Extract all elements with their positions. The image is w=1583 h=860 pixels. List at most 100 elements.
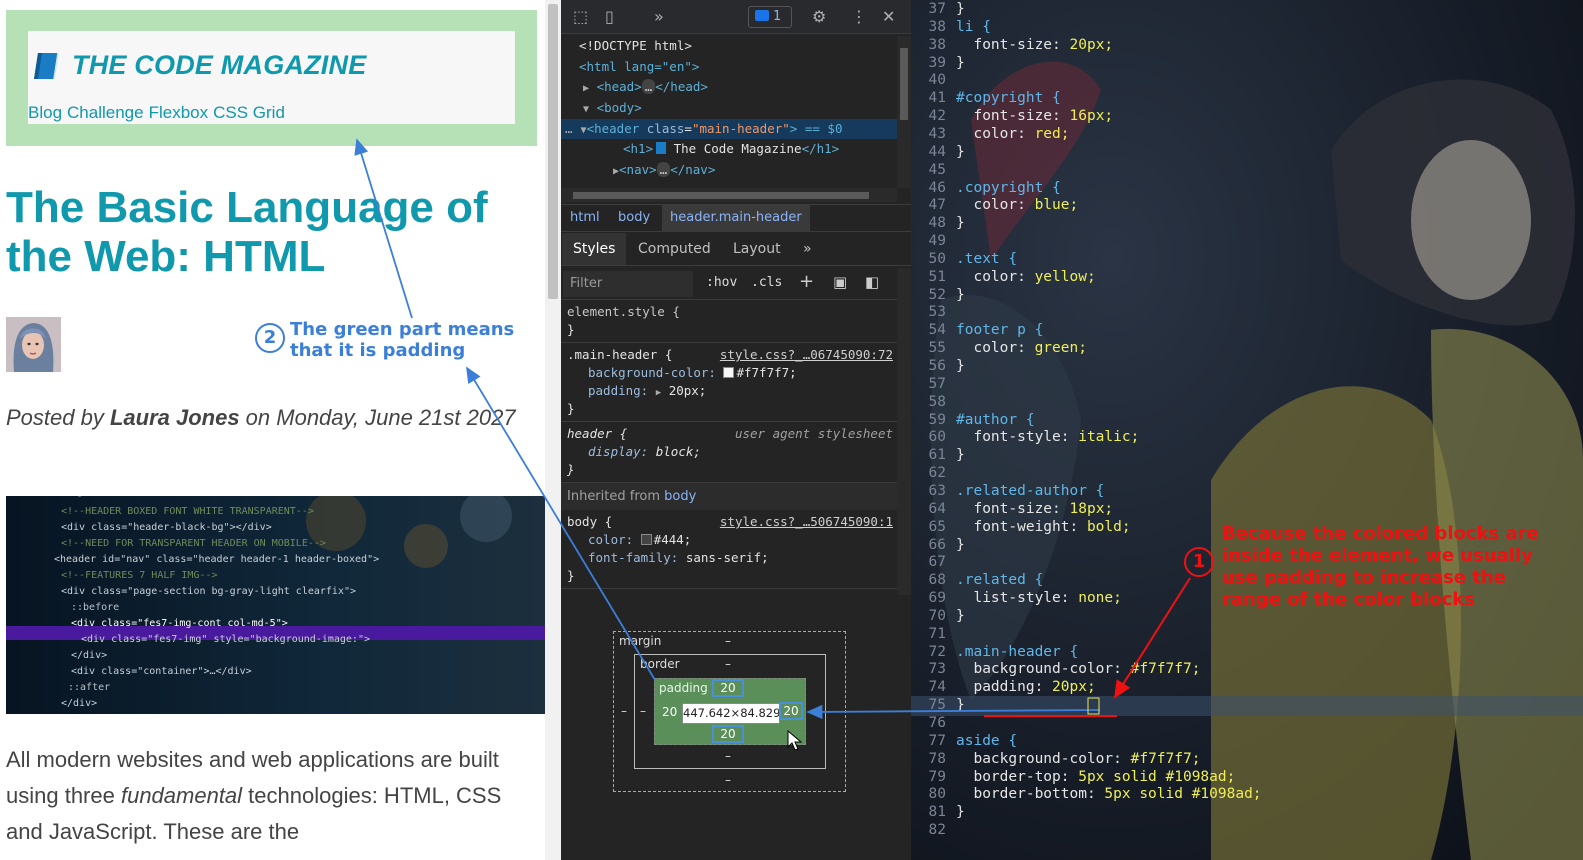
code-line[interactable]: 58 [911, 393, 956, 411]
tab-styles[interactable]: Styles [562, 233, 627, 265]
breadcrumb-html[interactable]: html [570, 210, 600, 225]
more-tabs-icon[interactable]: » [803, 233, 812, 265]
code-line[interactable]: 48} [911, 214, 965, 232]
styles-scrollbar[interactable] [897, 268, 911, 595]
code-line[interactable]: 51 color: yellow; [911, 268, 1096, 286]
nav-link-challenge[interactable]: Challenge [67, 103, 144, 122]
hov-toggle[interactable]: :hov [706, 275, 737, 290]
code-line[interactable]: 76 [911, 714, 956, 732]
border-top-value[interactable]: – [725, 657, 731, 671]
collapse-triangle-icon[interactable]: ▼ [583, 104, 589, 115]
font-family-value[interactable]: sans-serif; [686, 550, 769, 565]
code-line[interactable]: 39} [911, 54, 965, 72]
breadcrumb-header[interactable]: header.main-header [662, 205, 810, 231]
margin-top-value[interactable]: – [725, 634, 731, 648]
expand-triangle-icon[interactable]: ▶ [583, 83, 589, 94]
dom-scrollbar-thumb[interactable] [900, 48, 908, 120]
code-line[interactable]: 74 padding: 20px; [911, 678, 1096, 696]
padding-right-value[interactable]: 20 [779, 702, 803, 720]
main-header-source-link[interactable]: style.css?_…06745090:72 [720, 346, 893, 364]
padding-left-value[interactable]: 20 [662, 705, 677, 719]
margin-bottom-value[interactable]: – [725, 773, 731, 787]
code-line[interactable]: 54 footer p { [911, 321, 1044, 339]
cls-toggle[interactable]: .cls [751, 275, 782, 290]
code-line[interactable]: 42 font-size: 16px; [911, 107, 1114, 125]
padding-top-value[interactable]: 20 [712, 679, 744, 697]
code-line[interactable]: 63 .related-author { [911, 482, 1105, 500]
code-line[interactable]: 69 list-style: none; [911, 589, 1122, 607]
page-scrollbar-thumb[interactable] [548, 4, 558, 299]
page-scrollbar[interactable] [545, 0, 561, 860]
collapsed-ellipsis[interactable]: … [641, 79, 656, 95]
bg-color-value[interactable]: #f7f7f7; [736, 365, 796, 380]
box-model-content[interactable]: 447.642×84.829 [682, 703, 780, 724]
dom-header-selected[interactable]: … ▼<header class="main-header"> == $0 [561, 118, 897, 140]
nav-link-css-grid[interactable]: CSS Grid [213, 103, 285, 122]
kebab-menu-icon[interactable]: ⋮ [851, 7, 867, 26]
code-line[interactable]: 61} [911, 446, 965, 464]
padding-prop[interactable]: padding: [588, 383, 648, 398]
code-line[interactable]: 57 [911, 375, 956, 393]
settings-gear-icon[interactable]: ⚙ [812, 7, 826, 26]
code-line[interactable]: 80 border-bottom: 5px solid #1098ad; [911, 785, 1262, 803]
tab-computed[interactable]: Computed [638, 233, 711, 265]
code-line[interactable]: 81} [911, 803, 965, 821]
code-line[interactable]: 41 #copyright { [911, 89, 1061, 107]
code-line[interactable]: 38 font-size: 20px; [911, 36, 1114, 54]
code-line[interactable]: 65 font-weight: bold; [911, 518, 1131, 536]
inherited-from-link[interactable]: body [664, 489, 696, 504]
code-line[interactable]: 66} [911, 536, 965, 554]
dom-html[interactable]: <html lang="en"> [561, 57, 897, 78]
toggle-sidebar-icon[interactable]: ◧ [865, 273, 879, 291]
dom-doctype[interactable]: <!DOCTYPE html> [561, 36, 897, 57]
close-icon[interactable]: ✕ [882, 7, 895, 26]
code-line[interactable]: 45 [911, 161, 956, 179]
rule-header-ua[interactable]: header {user agent stylesheet display: b… [561, 422, 897, 483]
inspect-element-icon[interactable]: ⬚ [573, 7, 588, 26]
dom-scrollbar-vertical[interactable] [897, 36, 911, 188]
breadcrumb-body[interactable]: body [618, 210, 650, 225]
font-family-prop[interactable]: font-family: [588, 550, 678, 565]
color-swatch[interactable] [640, 534, 652, 545]
issues-badge[interactable]: 1 [748, 6, 792, 28]
color-value[interactable]: #444; [654, 532, 692, 547]
code-line[interactable]: 40 [911, 71, 956, 89]
color-swatch[interactable] [723, 367, 735, 378]
box-model-padding[interactable]: padding 20 20 447.642×84.829 20 20 [654, 678, 806, 745]
code-line[interactable]: 64 font-size: 18px; [911, 500, 1114, 518]
code-line[interactable]: 55 color: green; [911, 339, 1087, 357]
add-rule-icon[interactable]: + [799, 271, 814, 292]
device-toolbar-icon[interactable]: ▯ [605, 7, 614, 26]
padding-bottom-value[interactable]: 20 [712, 725, 744, 743]
tab-layout[interactable]: Layout [733, 233, 781, 265]
code-line[interactable]: 60 font-style: italic; [911, 428, 1140, 446]
code-line[interactable]: 50 .text { [911, 250, 1018, 268]
padding-value[interactable]: 20px; [669, 383, 707, 398]
node-menu-icon[interactable]: … [565, 121, 573, 136]
code-line[interactable]: 82 [911, 821, 956, 839]
code-line[interactable]: 46 .copyright { [911, 179, 1061, 197]
code-line[interactable]: 59 #author { [911, 411, 1035, 429]
dom-head[interactable]: ▶ <head>… </head> [561, 77, 897, 98]
box-model-margin[interactable]: margin – – – border – – – padding 20 20 … [613, 631, 846, 792]
code-line[interactable]: 67 [911, 553, 956, 571]
code-editor[interactable]: 37} 38 li {38 font-size: 20px; 39} 40 41 #copy… [911, 0, 1583, 860]
nav-link-flexbox[interactable]: Flexbox [149, 103, 209, 122]
code-line[interactable]: 62 [911, 464, 956, 482]
logo[interactable]: THE CODE MAGAZINE [32, 50, 366, 81]
margin-left-value[interactable]: – [621, 704, 627, 718]
code-line[interactable]: 56} [911, 357, 965, 375]
code-line[interactable]: 47 color: blue; [911, 196, 1079, 214]
styles-filter-input[interactable]: Filter [563, 271, 693, 297]
rule-element-style[interactable]: element.style { } [561, 300, 897, 343]
dom-scrollbar-h-thumb[interactable] [573, 192, 869, 199]
code-line[interactable]: 49 [911, 232, 956, 250]
code-line[interactable]: 79 border-top: 5px solid #1098ad; [911, 768, 1236, 786]
code-line[interactable]: 37} [911, 0, 965, 18]
code-line[interactable]: 73 background-color: #f7f7f7; [911, 660, 1201, 678]
paint-brush-icon[interactable]: ▣ [833, 273, 847, 291]
code-line[interactable]: 78 background-color: #f7f7f7; [911, 750, 1201, 768]
code-line[interactable]: 72 .main-header { [911, 643, 1079, 661]
code-line[interactable]: 77 aside { [911, 732, 1018, 750]
bg-color-prop[interactable]: background-color: [588, 365, 716, 380]
